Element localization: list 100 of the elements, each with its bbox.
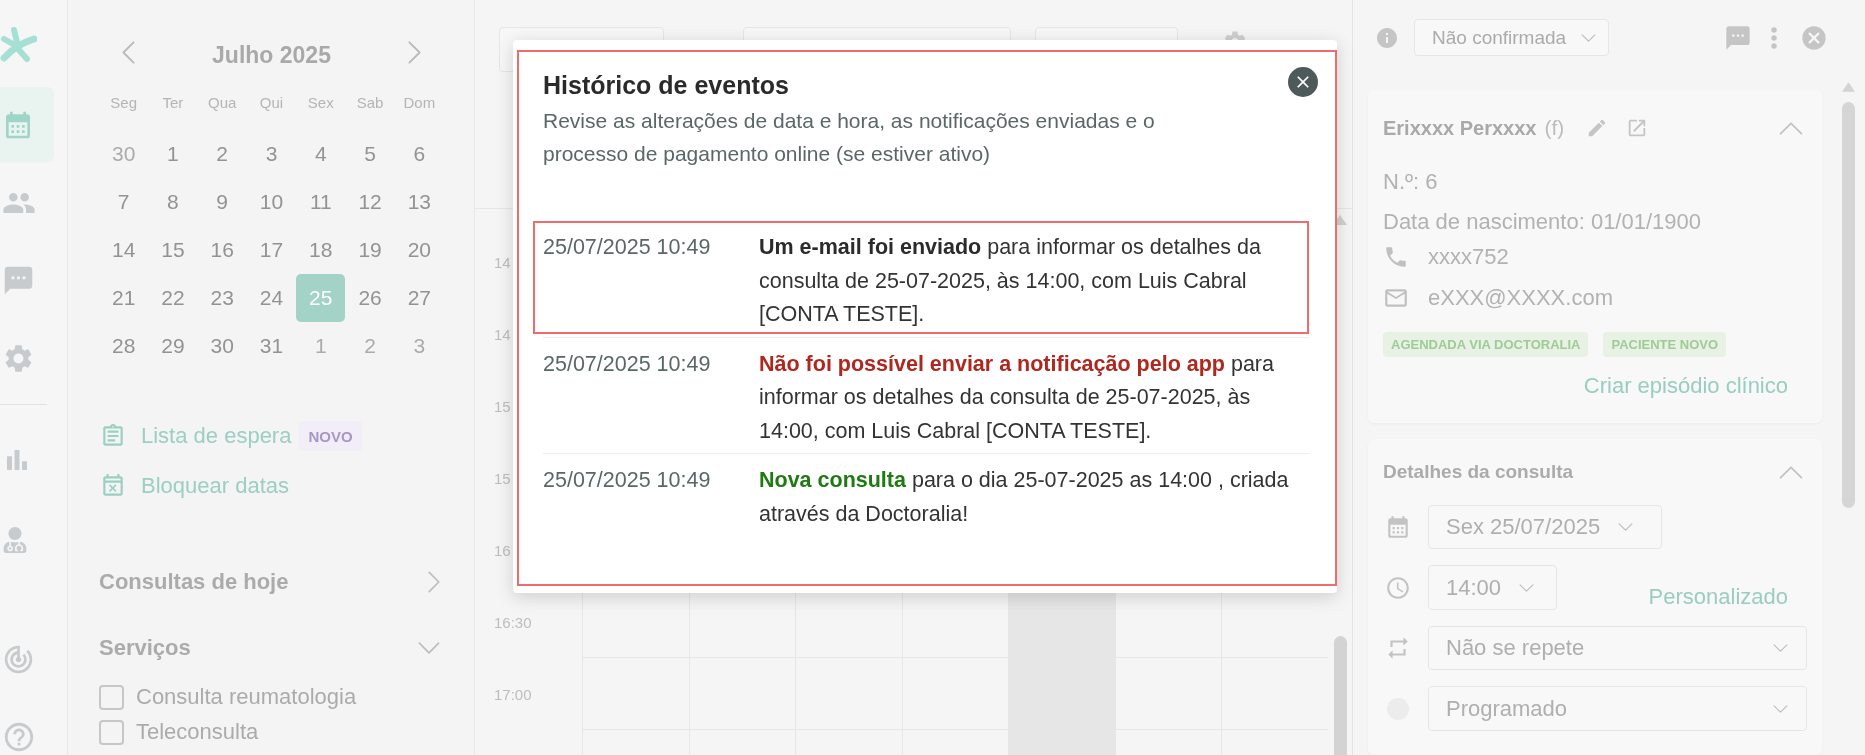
- calendar-day[interactable]: 3: [394, 322, 444, 370]
- calendar-day[interactable]: 2: [197, 130, 247, 178]
- weekday-label: Qua: [208, 93, 237, 111]
- new-badge: NOVO: [299, 421, 362, 451]
- section-toggle[interactable]: Consultas de hoje: [99, 564, 444, 600]
- calendar-day[interactable]: 21: [99, 274, 149, 322]
- checkbox-label: Teleconsulta: [136, 719, 259, 745]
- time-label: 15: [493, 396, 512, 417]
- email-address: eXXX@XXXX.com: [1428, 285, 1613, 311]
- time-label: 16: [493, 540, 512, 561]
- tag: PACIENTE NOVO: [1603, 332, 1727, 357]
- calendar-day[interactable]: 14: [99, 226, 149, 274]
- calendar-day[interactable]: 15: [148, 226, 198, 274]
- shortcut-link[interactable]: Bloquear datas: [99, 473, 289, 499]
- calendar-day[interactable]: 1: [148, 130, 198, 178]
- chevron-down-icon: [1618, 523, 1634, 531]
- event-description: Um e-mail foi enviado para informar os detalhes da consulta de 25-07-2025, às 14:00, com Luis Cabral [CONTA TESTE].: [759, 234, 1262, 328]
- chat-bubble-icon: [2, 264, 35, 297]
- weekday-label: Sex: [307, 93, 334, 111]
- birth-date: Data de nascimento: 01/01/1900: [1383, 208, 1702, 236]
- repeat-dropdown[interactable]: Não se repete: [1428, 626, 1807, 670]
- calendar-day[interactable]: 19: [345, 226, 395, 274]
- calendar-day[interactable]: 30: [197, 322, 247, 370]
- calendar-day[interactable]: 28: [99, 322, 149, 370]
- clock-icon: [1385, 574, 1411, 601]
- chevron-down-icon: [1773, 644, 1788, 652]
- weekday-label: Sab: [356, 93, 384, 111]
- chat-bubble-icon: [1724, 23, 1752, 52]
- calendar-day[interactable]: 13: [394, 178, 444, 226]
- calendar-day[interactable]: 12: [345, 178, 395, 226]
- time-dropdown[interactable]: 14:00: [1428, 565, 1557, 610]
- chevron-down-icon: [1773, 704, 1788, 713]
- state-dropdown[interactable]: Programado: [1428, 686, 1807, 731]
- calendar-day[interactable]: 10: [246, 178, 297, 226]
- checkbox[interactable]: [99, 719, 124, 745]
- status-dropdown[interactable]: Não confirmada: [1414, 19, 1609, 56]
- checkbox-label: Consulta reumatologia: [136, 684, 357, 710]
- calendar-day[interactable]: 29: [148, 322, 198, 370]
- patient-name: Erixxxx Perxxxx: [1383, 116, 1537, 140]
- phone-number: xxxx752: [1428, 244, 1509, 270]
- date-dropdown[interactable]: Sex 25/07/2025: [1428, 505, 1662, 549]
- month-title: Julho 2025: [212, 41, 331, 69]
- calendar-day[interactable]: 11: [296, 178, 346, 226]
- custom-duration-link[interactable]: Personalizado: [1648, 584, 1788, 610]
- nav-button[interactable]: [0, 87, 54, 162]
- calendar-day[interactable]: 30: [99, 130, 149, 178]
- calendar-day[interactable]: 24: [246, 274, 297, 322]
- calendar-icon: [1385, 514, 1411, 540]
- calendar-day[interactable]: 9: [197, 178, 247, 226]
- section-toggle[interactable]: Serviços: [99, 630, 444, 666]
- clipboard-icon: [100, 423, 126, 449]
- close-button[interactable]: [1288, 67, 1318, 97]
- chevron-right-icon: [408, 40, 421, 64]
- calendar-cross-icon: [100, 473, 126, 499]
- scrollbar-thumb[interactable]: [1333, 636, 1347, 755]
- calendar-day[interactable]: 22: [148, 274, 198, 322]
- calendar-day[interactable]: 31: [246, 322, 297, 370]
- chevron-left-icon: [122, 40, 135, 64]
- time-label: 16:30: [493, 612, 533, 633]
- calendar-day[interactable]: 27: [394, 274, 444, 322]
- dialog-title: Histórico de eventos: [543, 70, 790, 101]
- patient-gender: (f): [1544, 116, 1565, 140]
- event-time: 25/07/2025 10:49: [543, 234, 712, 261]
- time-label: 17:00: [493, 684, 533, 705]
- weekday-label: Dom: [403, 93, 436, 111]
- scrollbar-thumb[interactable]: [1842, 102, 1855, 508]
- calendar-day[interactable]: 23: [197, 274, 247, 322]
- weekday-label: Ter: [162, 93, 184, 111]
- patient-number: N.º: 6: [1383, 168, 1439, 196]
- calendar-day[interactable]: 25: [296, 274, 346, 322]
- calendar-day[interactable]: 3: [246, 130, 297, 178]
- calendar-day[interactable]: 6: [394, 130, 444, 178]
- calendar-day[interactable]: 16: [197, 226, 247, 274]
- calendar-day[interactable]: 17: [246, 226, 297, 274]
- doctor-icon: [2, 527, 28, 553]
- calendar-day[interactable]: 4: [296, 130, 346, 178]
- calendar-day[interactable]: 20: [394, 226, 444, 274]
- dialog-description: Revise as alterações de data e hora, as notificações enviadas e o processo de pagamento online (se estiver ativo): [543, 108, 1156, 167]
- chevron-down-icon: [1581, 33, 1596, 42]
- event-time: 25/07/2025 10:49: [543, 350, 712, 378]
- calendar-day[interactable]: 7: [99, 178, 149, 226]
- help-icon: [2, 720, 36, 754]
- chevron-down-icon: [1519, 583, 1535, 592]
- calendar-day[interactable]: 18: [296, 226, 346, 274]
- info-icon: [1375, 25, 1399, 50]
- event-description: Não foi possível enviar a notificação pelo app para informar os detalhes da consulta de 25-07-2025, às 14:00, com Luis Cabral [CONTA TESTE].: [759, 350, 1275, 445]
- checkbox[interactable]: [99, 684, 124, 710]
- scroll-up-icon[interactable]: [1842, 82, 1855, 92]
- event-time: 25/07/2025 10:49: [543, 467, 712, 494]
- calendar-day[interactable]: 2: [345, 322, 395, 370]
- weekday-label: Seg: [110, 93, 137, 111]
- more-vertical-icon: [1771, 26, 1777, 49]
- create-episode-link[interactable]: Criar episódio clínico: [1583, 373, 1788, 399]
- calendar-day[interactable]: 26: [345, 274, 395, 322]
- calendar-day[interactable]: 1: [296, 322, 346, 370]
- calendar-day[interactable]: 5: [345, 130, 395, 178]
- card-title: Detalhes da consulta: [1383, 461, 1574, 483]
- shortcut-link[interactable]: Lista de espera: [99, 423, 292, 449]
- weekday-label: Qui: [259, 93, 284, 111]
- calendar-day[interactable]: 8: [148, 178, 198, 226]
